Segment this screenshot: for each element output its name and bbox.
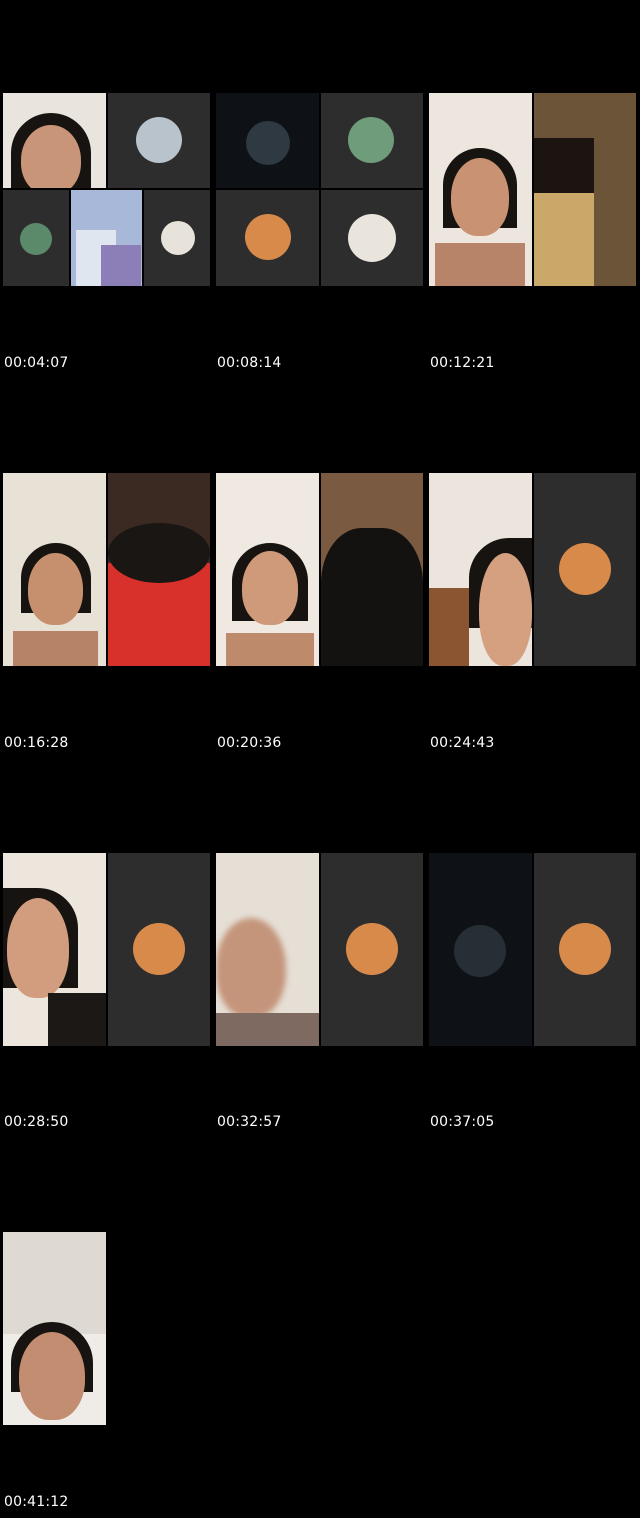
timestamp: 00:28:50 — [4, 1114, 69, 1130]
timestamp: 00:32:57 — [217, 1114, 282, 1130]
video-thumbnail-5[interactable] — [216, 473, 423, 666]
video-frame-dark-fabric — [534, 93, 636, 286]
avatar-anime-icon — [346, 923, 398, 975]
avatar-landscape-icon — [20, 223, 52, 255]
avatar-dog-icon — [348, 214, 396, 262]
video-frame-avatar — [108, 93, 210, 188]
video-frame-avatar — [321, 93, 423, 188]
avatar-dog-icon — [161, 221, 195, 255]
timestamp: 00:12:21 — [430, 355, 495, 371]
video-thumbnail-8[interactable] — [216, 853, 423, 1046]
video-thumbnail-6[interactable] — [429, 473, 636, 666]
timestamp: 00:41:12 — [4, 1494, 69, 1510]
avatar-person-icon — [136, 117, 182, 163]
video-thumbnail-4[interactable] — [3, 473, 210, 666]
video-frame-avatar — [321, 853, 423, 1046]
avatar-anime-icon — [133, 923, 185, 975]
avatar-night-scene — [454, 925, 506, 977]
video-thumbnail-3[interactable] — [429, 93, 636, 286]
timestamp: 00:20:36 — [217, 735, 282, 751]
avatar-anime-icon — [245, 214, 291, 260]
video-frame-two-people — [71, 190, 142, 286]
avatar-anime-icon — [559, 923, 611, 975]
avatar-night-scene — [246, 121, 290, 165]
video-frame-girl-face — [429, 93, 532, 286]
video-frame-girl-face — [429, 473, 532, 666]
video-frame-avatar — [321, 190, 423, 286]
video-frame-night — [429, 853, 532, 1046]
timestamp: 00:37:05 — [430, 1114, 495, 1130]
video-frame-avatar — [534, 853, 636, 1046]
video-thumbnail-9[interactable] — [429, 853, 636, 1046]
timestamp: 00:08:14 — [217, 355, 282, 371]
video-frame-avatar — [3, 190, 69, 286]
video-frame-girl-face — [3, 1232, 106, 1425]
video-frame-girl-face — [3, 473, 106, 666]
video-frame-girl-face — [216, 473, 319, 666]
timestamp: 00:24:43 — [430, 735, 495, 751]
video-thumbnail-2[interactable] — [216, 93, 423, 286]
video-frame-avatar — [108, 853, 210, 1046]
video-frame-avatar — [216, 190, 319, 286]
timestamp: 00:04:07 — [4, 355, 69, 371]
video-thumbnail-1[interactable] — [3, 93, 210, 286]
video-frame-avatar — [144, 190, 210, 286]
video-frame-avatar — [534, 473, 636, 666]
video-thumbnail-10[interactable] — [3, 1232, 210, 1425]
timestamp: 00:16:28 — [4, 735, 69, 751]
avatar-anime-icon — [559, 543, 611, 595]
video-frame-hair-closeup — [108, 473, 210, 666]
video-frame-girl-face — [3, 853, 106, 1046]
video-frame-girl-face — [3, 93, 106, 188]
avatar-landscape-icon — [348, 117, 394, 163]
video-frame-girl-blurred — [216, 853, 319, 1046]
video-frame-hair-closeup — [321, 473, 423, 666]
video-frame-night — [216, 93, 319, 188]
video-thumbnail-7[interactable] — [3, 853, 210, 1046]
